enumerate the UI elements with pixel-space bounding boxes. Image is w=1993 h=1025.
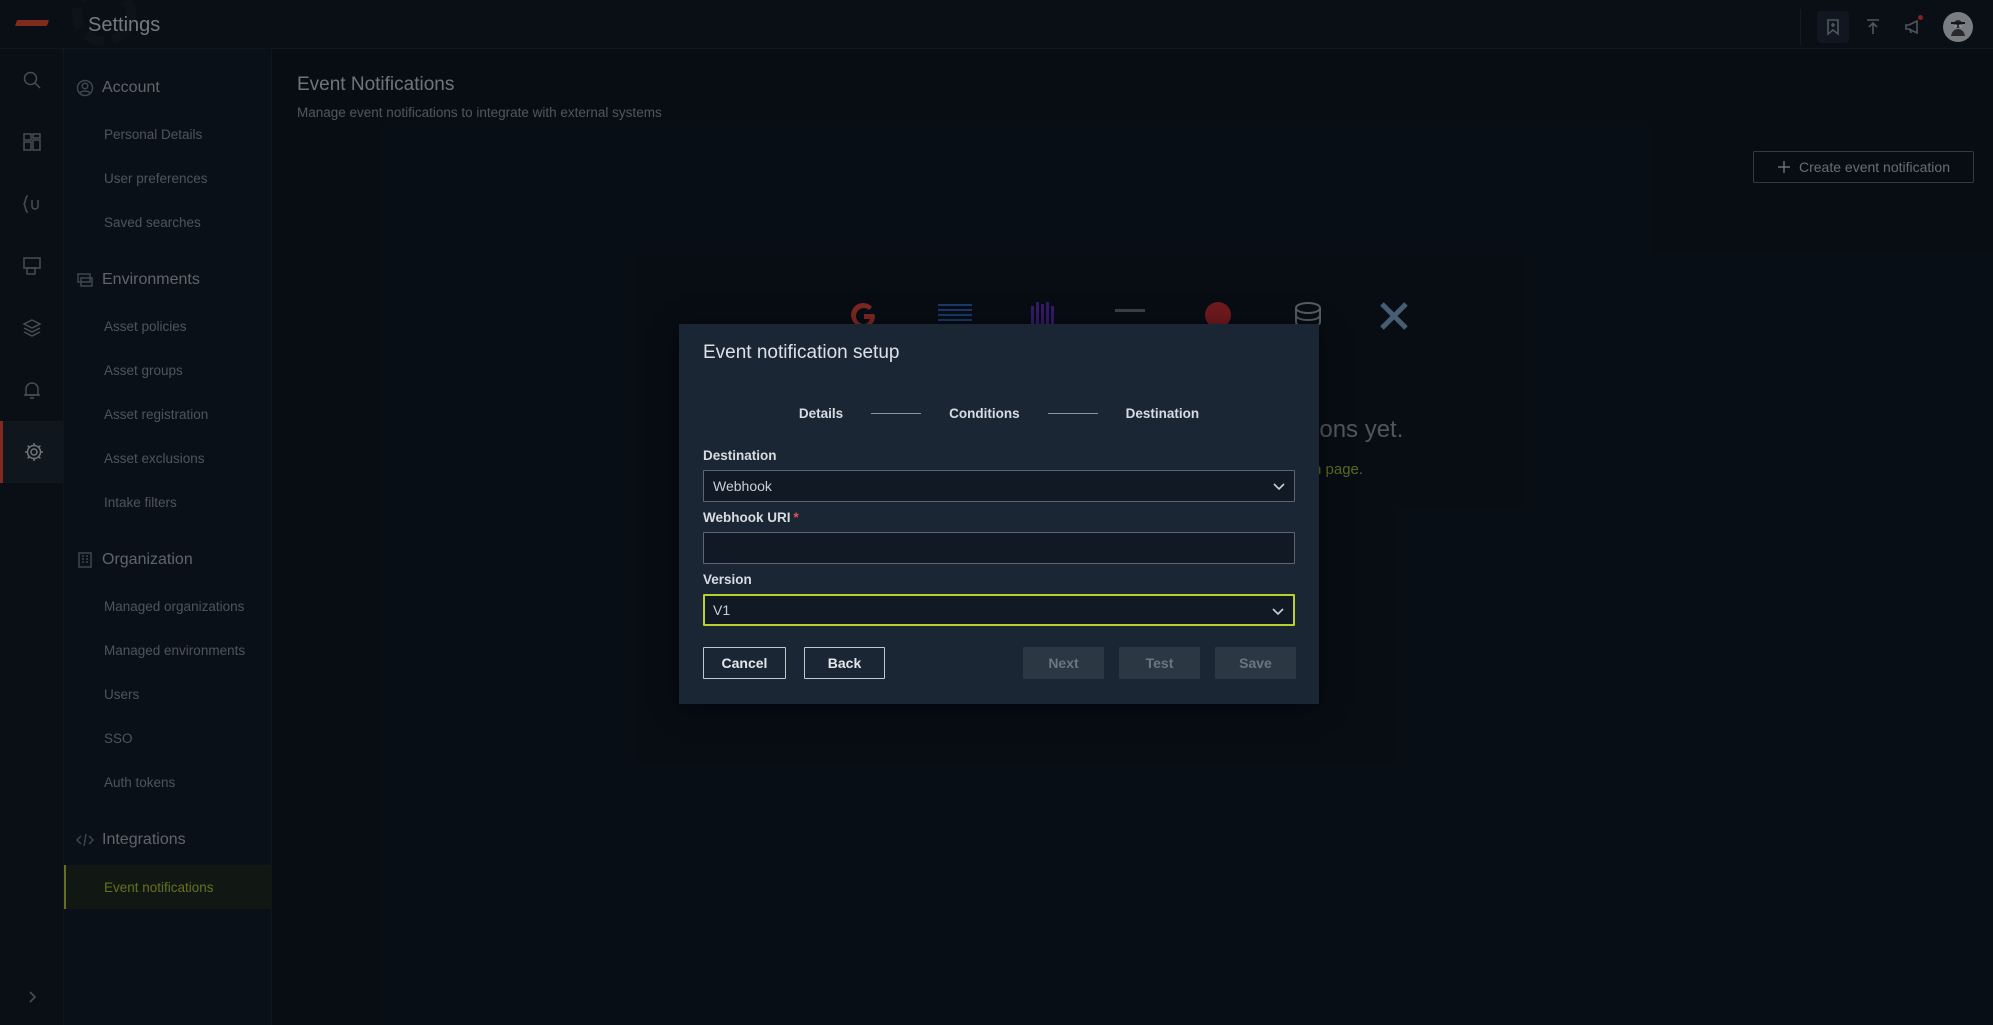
save-button[interactable]: Save [1215,647,1296,679]
step-details: Details [798,406,844,421]
version-label: Version [703,572,752,587]
chevron-down-icon [1271,604,1285,618]
next-button[interactable]: Next [1023,647,1104,679]
step-connector [871,413,922,414]
step-conditions: Conditions [949,406,1020,421]
destination-value: Webhook [713,478,772,494]
version-select[interactable]: V1 [703,594,1295,626]
cancel-button[interactable]: Cancel [703,647,786,679]
back-button[interactable]: Back [804,647,885,679]
required-mark: * [793,510,799,525]
chevron-down-icon [1272,479,1286,493]
webhook-uri-label-text: Webhook URI [703,510,791,525]
stepper: Details Conditions Destination [679,406,1319,421]
destination-select[interactable]: Webhook [703,470,1295,502]
dialog-title: Event notification setup [703,342,900,363]
event-notification-setup-dialog: Event notification setup Details Conditi… [679,324,1319,704]
step-destination: Destination [1125,406,1200,421]
webhook-uri-input[interactable] [703,532,1295,564]
webhook-uri-label: Webhook URI * [703,510,799,525]
version-value: V1 [713,602,731,618]
step-connector [1047,413,1098,414]
test-button[interactable]: Test [1119,647,1200,679]
destination-label: Destination [703,448,777,463]
